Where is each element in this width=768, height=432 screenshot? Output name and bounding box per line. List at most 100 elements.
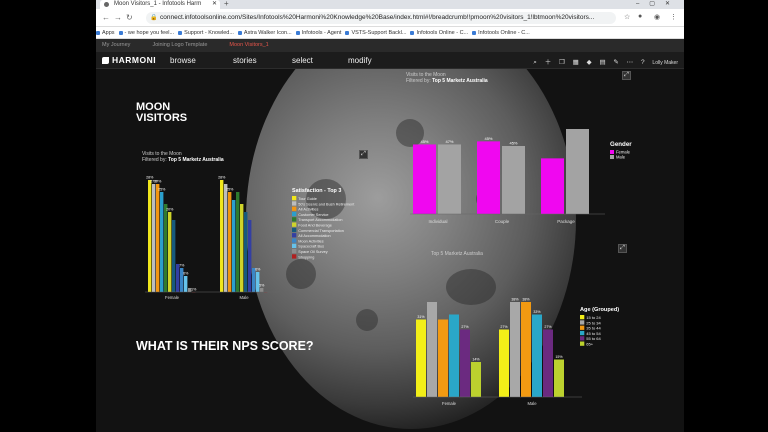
harmoni-logo[interactable]: HARMONI xyxy=(102,55,156,65)
chart-bar xyxy=(438,144,461,214)
add-icon[interactable]: ＋ xyxy=(545,59,552,66)
data-label: 45% xyxy=(484,136,492,141)
legend-label: 65+ xyxy=(586,342,593,347)
legend-label: Moon Activities xyxy=(298,239,323,243)
user-name[interactable]: Lolly Maker xyxy=(652,60,678,66)
bookmark-item[interactable]: - we hope you feel... xyxy=(118,27,179,38)
chart-bar xyxy=(566,129,589,214)
legend-swatch xyxy=(292,243,297,248)
pin-icon[interactable]: ◆ xyxy=(587,59,592,66)
extension-icon[interactable]: ● xyxy=(638,13,642,20)
menu-modify[interactable]: modify xyxy=(348,56,372,65)
lock-icon: 🔒 xyxy=(150,15,158,21)
reload-icon[interactable]: ↻ xyxy=(126,13,133,22)
chart-bar xyxy=(499,329,509,397)
data-label: 20% xyxy=(166,208,174,212)
legend-swatch xyxy=(292,222,297,227)
legend-swatch xyxy=(610,155,614,159)
chart-bar xyxy=(184,276,188,292)
legend-swatch xyxy=(292,211,297,217)
grid-icon[interactable]: ▦ xyxy=(573,59,579,66)
chart-bar xyxy=(543,329,553,397)
menu-browse[interactable]: browse xyxy=(170,56,196,65)
chart-bar xyxy=(532,314,542,397)
bookmark-item[interactable]: VSTS-Support Backl... xyxy=(345,27,410,38)
browser-tab[interactable]: Moon Visitors_1 - Infotools Harm ✕ xyxy=(100,0,220,9)
legend-label: Male xyxy=(616,155,626,160)
chart-bar xyxy=(148,180,152,292)
favicon-icon xyxy=(104,2,109,7)
chart-bar xyxy=(510,302,520,397)
legend-label: 45 to 54 xyxy=(586,331,601,336)
legend-label: Customer Service xyxy=(298,213,328,217)
data-label: 1% xyxy=(191,288,197,292)
legend-swatch xyxy=(292,254,297,259)
chart-bar xyxy=(240,204,244,292)
chart-bar xyxy=(168,212,172,292)
legend-swatch xyxy=(292,217,297,222)
chart-bar xyxy=(256,272,260,292)
legend-title: Satisfaction - Top 3 xyxy=(292,188,341,194)
legend-swatch xyxy=(580,336,585,341)
legend-label: 25 to 34 xyxy=(586,320,601,325)
legend-swatch xyxy=(292,227,297,233)
data-label: 27% xyxy=(461,325,469,329)
share-icon[interactable]: ⋯ xyxy=(627,59,634,66)
browser-menu-icon[interactable]: ⋮ xyxy=(670,13,677,21)
category-label: Individual xyxy=(428,219,447,224)
data-label: 7% xyxy=(179,264,185,268)
forward-icon[interactable]: → xyxy=(114,13,122,22)
edit-icon[interactable]: ✎ xyxy=(613,59,618,66)
legend-swatch xyxy=(580,320,585,325)
chart-bar xyxy=(477,141,500,214)
legend-title: Age (Grouped) xyxy=(580,307,619,313)
legend-label: Tour Guide xyxy=(298,197,317,201)
data-label: 31% xyxy=(417,315,425,319)
data-label: 38% xyxy=(522,298,530,302)
breadcrumb-item[interactable]: Joining Logo Template xyxy=(152,42,207,48)
breadcrumb-item[interactable]: Moon Visitors_1 xyxy=(229,42,268,48)
toolbar-icons: ⌕ ＋ ❐ ▦ ◆ ▤ ✎ ⋯ ? Lolly Maker xyxy=(527,56,678,67)
address-bar-row: ← → ↻ 🔒 connect.infotoolsonline.com/Site… xyxy=(96,9,684,27)
menu-stories[interactable]: stories xyxy=(233,56,257,65)
url-field[interactable]: 🔒 connect.infotoolsonline.com/Sites/Info… xyxy=(146,12,616,24)
legend-swatch xyxy=(610,150,614,154)
data-label: 5% xyxy=(259,284,265,288)
new-tab-button[interactable]: + xyxy=(224,0,229,8)
bookmark-item[interactable]: Infotools Online - C... xyxy=(410,27,472,38)
category-label: Package xyxy=(557,219,575,224)
search-icon[interactable]: ⌕ xyxy=(533,59,537,66)
legend-swatch xyxy=(292,249,297,254)
legend-label: 55 to 64 xyxy=(586,336,601,341)
bookmark-item[interactable]: Apps xyxy=(96,27,119,38)
bookmark-item[interactable]: Support - Knowled... xyxy=(178,27,238,38)
print-icon[interactable]: ▤ xyxy=(599,59,605,66)
data-label: 38% xyxy=(511,298,519,302)
category-label: Male xyxy=(527,401,537,406)
bookmark-item[interactable]: Infotools Online - C... xyxy=(472,27,534,38)
chart-bar xyxy=(541,158,564,214)
back-icon[interactable]: ← xyxy=(102,13,110,22)
legend-label: All Activities xyxy=(298,208,318,212)
copy-icon[interactable]: ❐ xyxy=(559,59,565,66)
chart-bar xyxy=(160,192,164,292)
close-tab-icon[interactable]: ✕ xyxy=(212,0,217,9)
chart-bar xyxy=(554,359,564,397)
chart-bar xyxy=(152,184,156,292)
star-icon[interactable]: ☆ xyxy=(624,13,630,21)
bookmarks-bar: Apps - we hope you feel... Support - Knowl… xyxy=(96,27,684,39)
window-controls[interactable]: –▢✕ xyxy=(636,0,680,7)
menu-select[interactable]: select xyxy=(292,56,313,65)
legend-swatch xyxy=(580,330,585,336)
bookmark-item[interactable]: Infotools - Agent xyxy=(295,27,346,38)
legend-swatch xyxy=(292,238,297,243)
chart-bar xyxy=(172,220,176,292)
app-toolbar: HARMONI browse stories select modify ⌕ ＋… xyxy=(96,52,684,69)
help-icon[interactable]: ? xyxy=(641,59,645,66)
profile-icon[interactable]: ◉ xyxy=(654,13,660,21)
url-text: connect.infotoolsonline.com/Sites/Infoto… xyxy=(160,14,595,21)
bookmark-item[interactable]: Astra Walker Icon... xyxy=(237,27,296,38)
chart-bar xyxy=(164,204,168,292)
breadcrumb-item[interactable]: My Journey xyxy=(102,42,130,48)
tab-title: Moon Visitors_1 - Infotools Harm xyxy=(114,1,202,7)
